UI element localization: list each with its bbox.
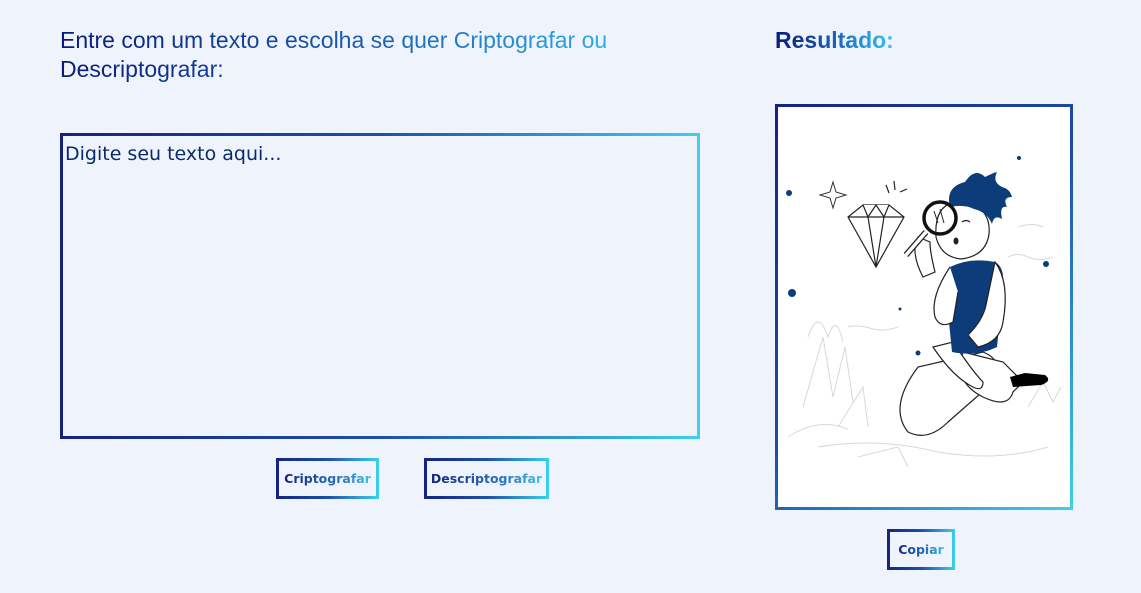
encrypt-button[interactable]: Criptografar [276, 458, 379, 499]
page-title: Entre com um texto e escolha se quer Cri… [60, 26, 700, 84]
encrypt-button-label: Criptografar [284, 471, 371, 486]
copy-button-label: Copiar [898, 542, 944, 557]
copy-button[interactable]: Copiar [887, 529, 955, 570]
person-with-magnifying-glass-illustration [786, 156, 1062, 468]
text-input[interactable] [60, 133, 700, 439]
result-title: Resultado: [775, 27, 894, 53]
result-panel [775, 104, 1073, 510]
decrypt-button[interactable]: Descriptografar [424, 458, 549, 499]
decrypt-button-label: Descriptografar [430, 471, 543, 486]
